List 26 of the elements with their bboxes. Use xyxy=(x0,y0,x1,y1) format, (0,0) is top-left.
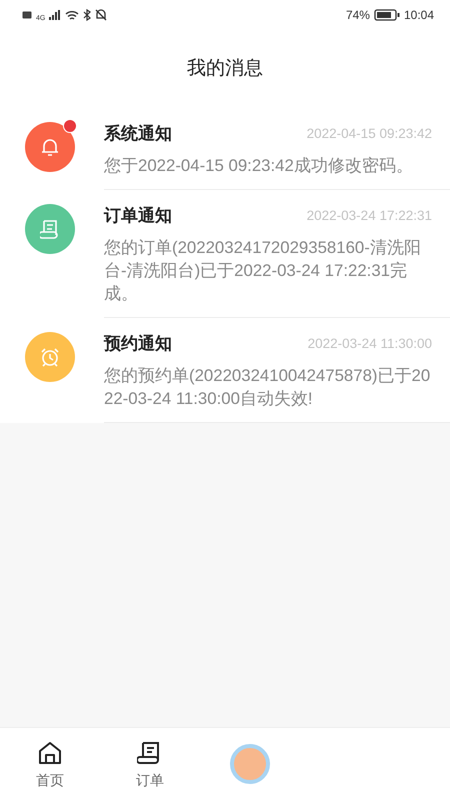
signal-icon xyxy=(49,10,62,20)
hd-icon xyxy=(22,11,32,19)
message-time: 2022-03-24 11:30:00 xyxy=(308,336,432,350)
page-title: 我的消息 xyxy=(187,56,263,81)
muted-bell-icon xyxy=(95,9,108,21)
tab-button[interactable]: 首页 xyxy=(0,728,100,791)
message-title: 预约通知 xyxy=(104,332,172,354)
battery-percent: 74% xyxy=(346,8,370,22)
message-time: 2022-04-15 09:23:42 xyxy=(306,126,432,140)
message-title: 订单通知 xyxy=(104,204,172,226)
message-title: 系统通知 xyxy=(104,122,172,144)
battery-icon xyxy=(374,9,400,21)
message-text: 您于2022-04-15 09:23:42成功修改密码。 xyxy=(104,155,414,177)
document-icon xyxy=(40,219,60,239)
message-text: 您的预约单(2022032410042475878)已于2022-03-24 11:30:00自动失效! xyxy=(104,365,432,410)
message-time: 2022-03-24 17:22:31 xyxy=(306,208,432,222)
message-text: 您的订单(20220324172029358160-清洗阳台-清洗阳台)已于2022-03-24 17:22:31完成。 xyxy=(104,237,422,305)
center-tab-icon[interactable] xyxy=(230,744,270,784)
alarm-icon xyxy=(40,347,60,367)
unread-dot xyxy=(63,119,77,133)
bell-icon xyxy=(40,137,60,157)
bluetooth-icon xyxy=(83,9,92,21)
wifi-icon xyxy=(65,10,80,20)
home-icon xyxy=(37,740,63,766)
tab-button[interactable]: 订单 xyxy=(100,728,200,791)
clock-time: 10:04 xyxy=(404,8,434,22)
